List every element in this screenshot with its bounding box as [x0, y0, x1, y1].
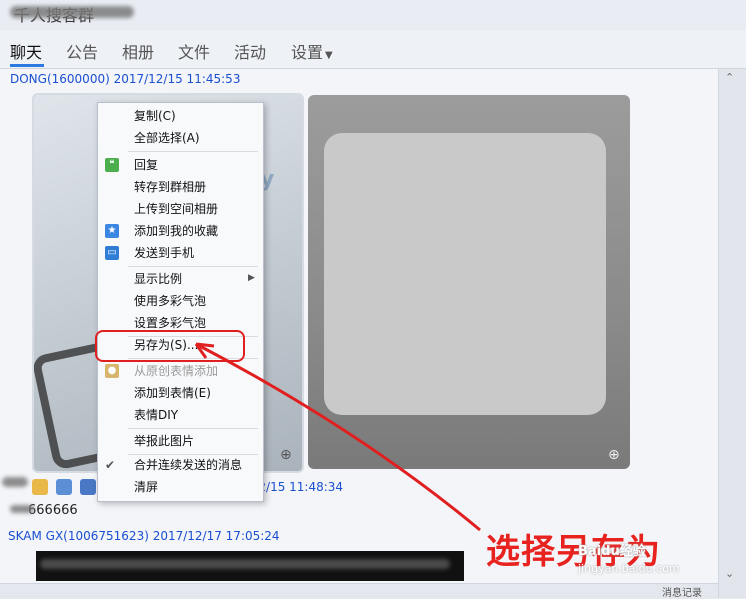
- watermark-url: jingyan.baidu.com: [578, 562, 680, 575]
- watermark-logo: Baidu经验: [578, 544, 646, 559]
- annotation-arrow: [194, 342, 481, 532]
